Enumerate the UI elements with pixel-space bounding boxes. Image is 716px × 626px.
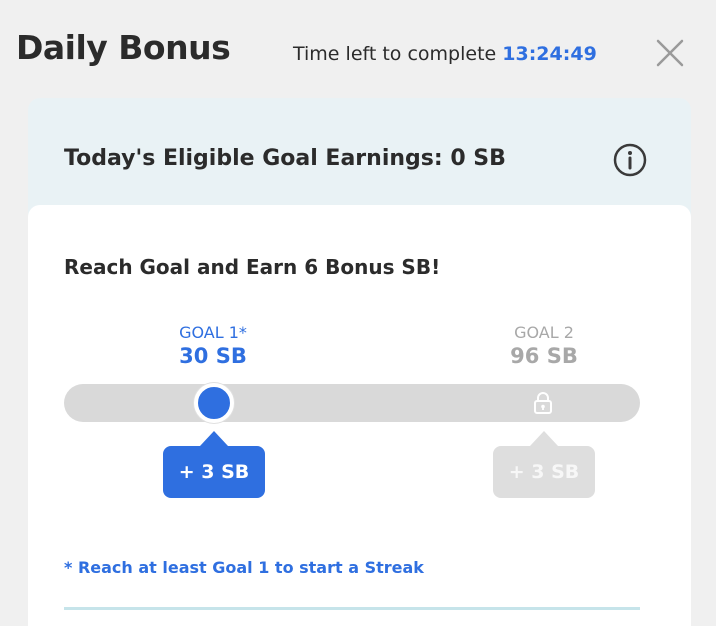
daily-bonus-dialog: Daily Bonus Time left to complete 13:24:…: [0, 0, 716, 626]
goal-1-value: 30 SB: [179, 344, 247, 368]
goal-2-reward-pointer: [530, 431, 558, 446]
streak-note-link[interactable]: * Reach at least Goal 1 to start a Strea…: [64, 558, 424, 577]
divider: [64, 607, 640, 610]
lock-icon: [534, 392, 552, 414]
eligible-earnings-text: Today's Eligible Goal Earnings: 0 SB: [64, 146, 506, 171]
goal-2-marker: GOAL 2 96 SB: [484, 323, 604, 369]
page-title: Daily Bonus: [16, 28, 231, 67]
goal-headline: Reach Goal and Earn 6 Bonus SB!: [64, 255, 441, 279]
close-icon: [656, 39, 684, 67]
close-button[interactable]: [654, 37, 686, 69]
info-icon: [613, 143, 647, 177]
timer-label: Time left to complete: [293, 43, 497, 65]
goal-2-reward-badge: + 3 SB: [493, 446, 595, 498]
goal-1-marker: GOAL 1* 30 SB: [153, 323, 273, 369]
goal-2-value: 96 SB: [510, 344, 578, 368]
goal-card: Reach Goal and Earn 6 Bonus SB! GOAL 1* …: [28, 205, 691, 626]
timer-value: 13:24:49: [502, 43, 597, 65]
goal-1-label: GOAL 1*: [179, 323, 247, 342]
goal-2-label: GOAL 2: [514, 323, 574, 342]
progress-knob[interactable]: [194, 383, 234, 423]
countdown-timer: Time left to complete 13:24:49: [293, 43, 597, 65]
goal-1-reward-pointer: [200, 431, 228, 446]
goal-2-lock: [532, 391, 554, 415]
goal-1-reward-badge: + 3 SB: [163, 446, 265, 498]
info-button[interactable]: [612, 142, 648, 178]
